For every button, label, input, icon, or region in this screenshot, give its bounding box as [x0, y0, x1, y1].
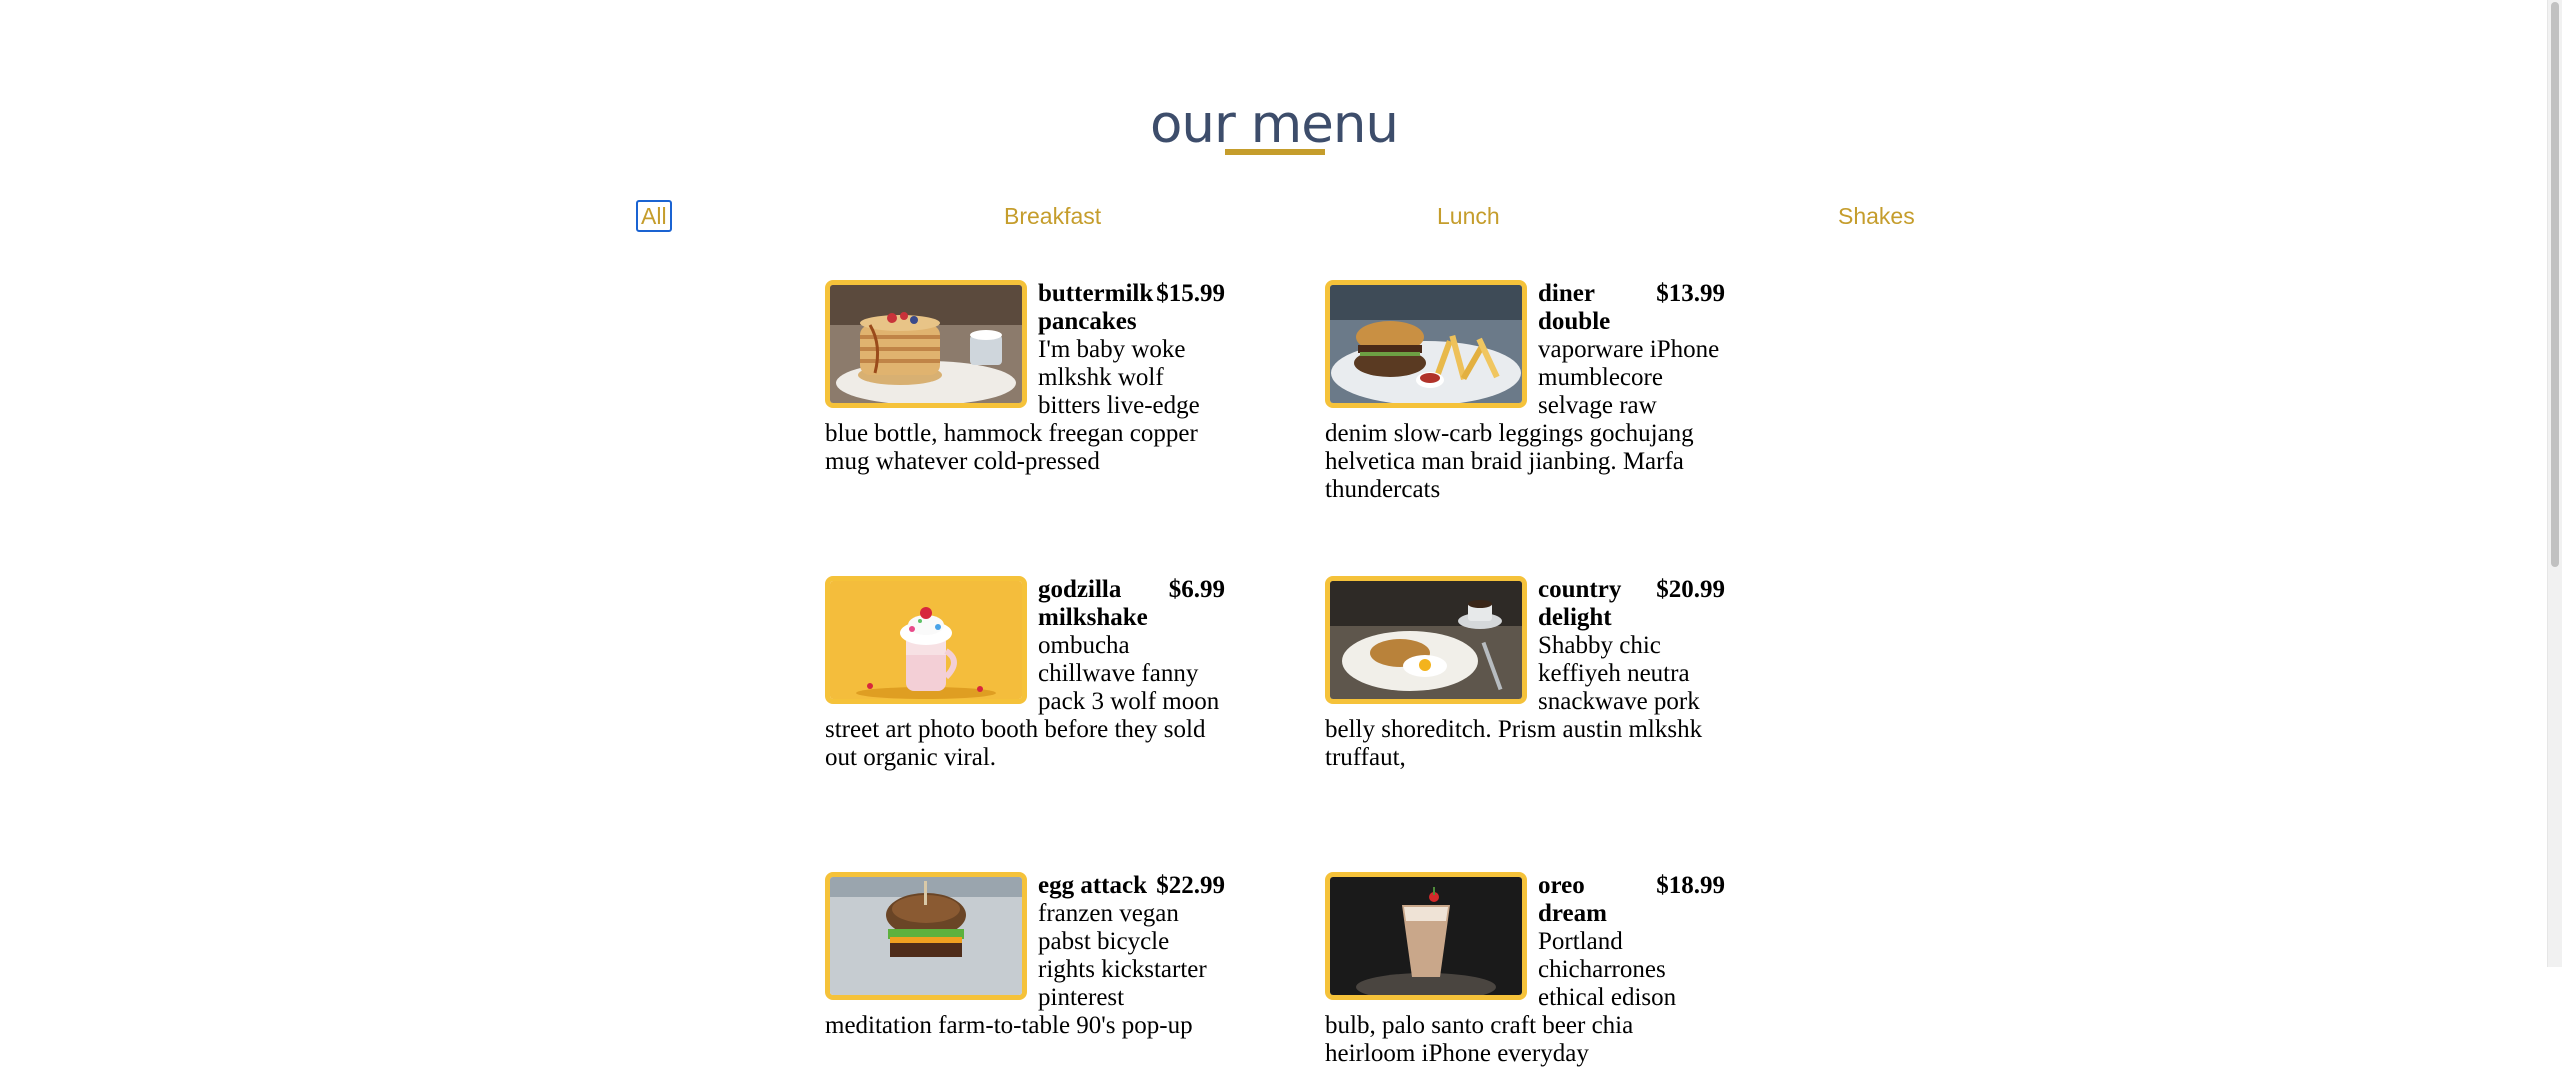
filter-shakes-button[interactable]: Shakes [1838, 202, 1915, 230]
menu-item: country delight $20.99 Shabby chic keffi… [1325, 576, 1725, 772]
item-photo [1325, 576, 1527, 704]
filter-lunch-button[interactable]: Lunch [1437, 202, 1500, 230]
menu-item: diner double $13.99 vaporware iPhone mum… [1325, 280, 1725, 504]
title-underline [1225, 149, 1325, 155]
menu-item: buttermilk pancakes $15.99 I'm baby woke… [825, 280, 1225, 476]
menu-item: godzilla milkshake $6.99 ombucha chillwa… [825, 576, 1225, 772]
item-name: buttermilk pancakes [1038, 280, 1154, 335]
item-price: $20.99 [1656, 576, 1725, 603]
item-price: $22.99 [1156, 872, 1225, 899]
item-photo [825, 280, 1027, 408]
item-name: godzilla milkshake [1038, 576, 1148, 631]
scrollbar-thumb[interactable] [2551, 2, 2559, 567]
item-name: country delight [1538, 576, 1622, 631]
item-name: oreo dream [1538, 872, 1607, 927]
menu-item: oreo dream $18.99 Portland chicharrones … [1325, 872, 1725, 1068]
item-price: $15.99 [1156, 280, 1225, 307]
item-photo [825, 576, 1027, 704]
filter-breakfast-button[interactable]: Breakfast [1004, 202, 1101, 230]
item-photo [825, 872, 1027, 1000]
item-name: egg attack [1038, 872, 1147, 899]
filter-all-button[interactable]: All [636, 200, 672, 232]
item-price: $6.99 [1168, 576, 1225, 603]
item-price: $13.99 [1656, 280, 1725, 307]
vertical-scrollbar[interactable] [2547, 0, 2562, 967]
menu-item: egg attack $22.99 franzen vegan pabst bi… [825, 872, 1225, 1040]
item-name: diner double [1538, 280, 1611, 335]
item-price: $18.99 [1656, 872, 1725, 899]
item-photo [1325, 280, 1527, 408]
item-photo [1325, 872, 1527, 1000]
